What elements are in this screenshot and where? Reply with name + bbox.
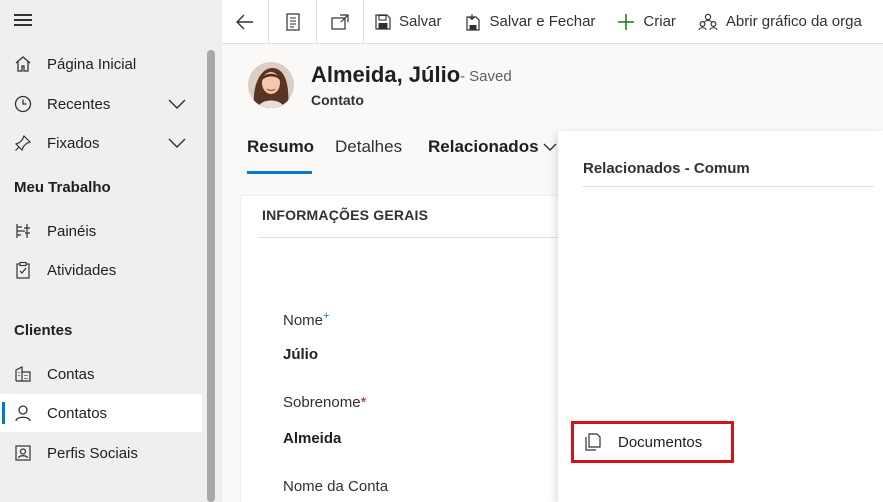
social-profile-icon xyxy=(13,443,33,463)
person-icon xyxy=(13,403,33,423)
clock-icon xyxy=(13,94,33,114)
first-name-label-text: Nome xyxy=(283,312,324,329)
sidebar-item-pinned[interactable]: Fixados xyxy=(0,124,202,162)
sidebar-item-dashboards[interactable]: Painéis xyxy=(0,212,202,250)
open-org-chart-button[interactable]: Abrir gráfico da orga xyxy=(687,0,873,44)
sidebar-item-contacts[interactable]: Contatos xyxy=(0,394,202,432)
save-and-close-icon xyxy=(465,13,480,31)
divider xyxy=(258,237,568,238)
create-button[interactable]: Criar xyxy=(606,0,687,44)
command-bar: Salvar Salvar e Fechar Criar Abrir gráfi… xyxy=(222,0,883,44)
org-chart-label: Abrir gráfico da orga xyxy=(725,13,862,30)
pin-icon xyxy=(13,133,33,153)
last-name-label-text: Sobrenome xyxy=(283,394,361,411)
sidebar-item-recent[interactable]: Recentes xyxy=(0,85,202,123)
first-name-label: Nome+ xyxy=(283,310,329,329)
account-name-label: Nome da Conta xyxy=(283,478,389,495)
back-button[interactable] xyxy=(222,0,269,44)
tab-related-label: Relacionados xyxy=(428,137,539,156)
chevron-down-icon[interactable] xyxy=(168,137,186,149)
chevron-down-icon[interactable] xyxy=(168,98,186,110)
sidebar-item-label: Painéis xyxy=(47,222,97,240)
sidebar-item-home[interactable]: Página Inicial xyxy=(0,45,202,83)
flyout-item-documents[interactable]: Documentos xyxy=(571,421,734,463)
save-status: - Saved xyxy=(460,68,512,85)
org-chart-icon xyxy=(698,13,718,30)
form-icon xyxy=(285,12,300,31)
form-view-button[interactable] xyxy=(269,0,317,44)
open-in-new-window-icon xyxy=(331,13,349,30)
last-name-field[interactable]: Almeida xyxy=(283,430,341,447)
save-button[interactable]: Salvar xyxy=(364,0,453,44)
hamburger-menu-icon[interactable] xyxy=(14,14,32,28)
sidebar-item-label: Fixados xyxy=(47,134,100,152)
first-name-field[interactable]: Júlio xyxy=(283,346,318,363)
sidebar-scrollbar[interactable] xyxy=(207,50,215,502)
save-and-close-label: Salvar e Fechar xyxy=(489,13,596,30)
document-icon xyxy=(585,433,601,456)
plus-icon xyxy=(618,13,635,30)
flyout-item-label: Documentos xyxy=(618,433,703,451)
tab-details[interactable]: Detalhes xyxy=(335,137,402,157)
sidebar-item-label: Perfis Sociais xyxy=(47,444,138,462)
sidebar: Página Inicial Recentes Fixados Meu Trab… xyxy=(0,0,222,502)
chevron-down-icon[interactable] xyxy=(543,142,557,152)
clipboard-icon xyxy=(13,260,33,280)
building-icon xyxy=(13,364,33,384)
save-label: Salvar xyxy=(399,13,442,30)
entity-name: Contato xyxy=(311,92,364,108)
dashboard-icon xyxy=(13,221,33,241)
sidebar-item-accounts[interactable]: Contas xyxy=(0,355,202,393)
flyout-header: Relacionados - Comum xyxy=(583,160,750,177)
tab-related[interactable]: Relacionados xyxy=(428,137,539,157)
last-name-label: Sobrenome* xyxy=(283,394,366,411)
avatar xyxy=(248,62,294,108)
sidebar-item-label: Contatos xyxy=(47,404,108,422)
tab-summary[interactable]: Resumo xyxy=(247,137,314,157)
sidebar-item-activities[interactable]: Atividades xyxy=(0,251,202,289)
sidebar-item-label: Página Inicial xyxy=(47,55,137,73)
arrow-left-icon xyxy=(236,14,253,29)
save-icon xyxy=(375,13,391,30)
save-and-close-button[interactable]: Salvar e Fechar xyxy=(453,0,607,44)
divider xyxy=(583,186,874,187)
create-label: Criar xyxy=(643,13,676,30)
record-title: Almeida, Júlio xyxy=(311,62,461,87)
recommended-marker: + xyxy=(323,310,330,322)
tab-selected-indicator xyxy=(247,171,312,174)
section-title: INFORMAÇÕES GERAIS xyxy=(262,207,429,223)
sidebar-item-label: Recentes xyxy=(47,95,111,113)
sidebar-item-label: Atividades xyxy=(47,261,117,279)
home-icon xyxy=(13,54,33,74)
contact-photo xyxy=(248,62,294,108)
open-new-window-button[interactable] xyxy=(317,0,364,44)
section-customers: Clientes xyxy=(14,322,73,339)
section-my-work: Meu Trabalho xyxy=(14,179,111,196)
required-marker: * xyxy=(360,394,367,411)
sidebar-item-label: Contas xyxy=(47,365,95,383)
sidebar-item-social-profiles[interactable]: Perfis Sociais xyxy=(0,434,202,472)
